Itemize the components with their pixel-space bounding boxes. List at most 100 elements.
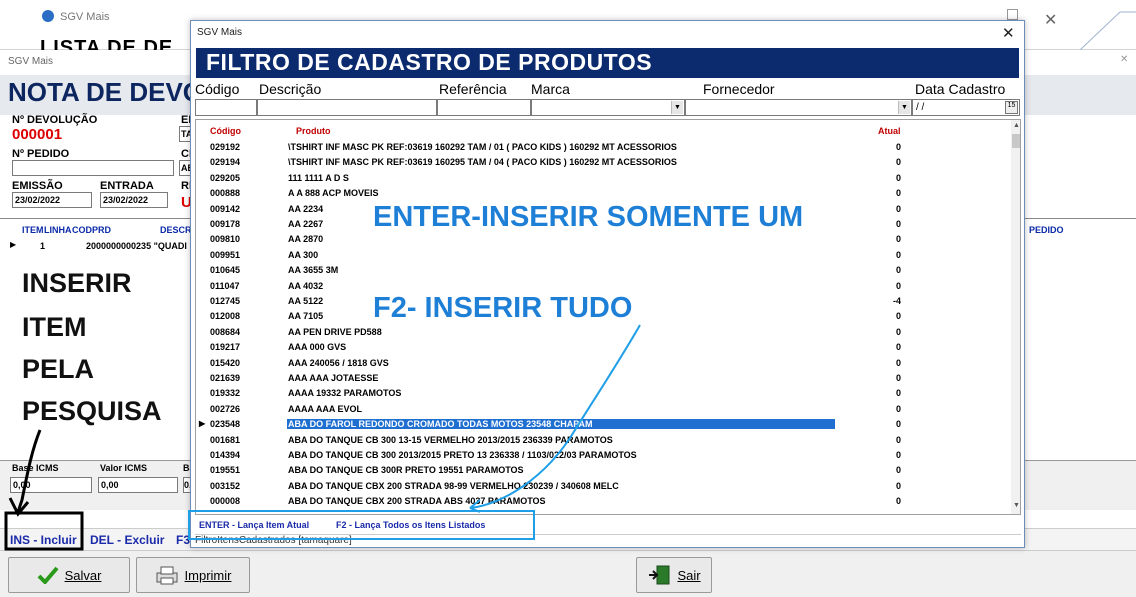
scroll-up-icon[interactable]: ▲	[1013, 122, 1020, 129]
emissao-field[interactable]: 23/02/2022	[12, 192, 92, 208]
product-name: AA 4032	[288, 280, 324, 291]
product-name: AA 2267	[288, 219, 324, 229]
list-item[interactable]: ▶ 023548 ABA DO FAROL REDONDO CROMADO TODA…	[196, 417, 1011, 432]
product-code: 014394	[210, 450, 241, 460]
filter-fornecedor-select[interactable]: ▼	[685, 99, 912, 116]
list-item[interactable]: 003152 ABA DO TANQUE CBX 200 STRADA 98-99…	[196, 479, 1011, 494]
filter-label-marca: Marca	[531, 81, 570, 97]
close-icon[interactable]: ✕	[1120, 54, 1128, 65]
dialog-titlebar	[191, 21, 1024, 45]
list-item[interactable]: 000008 ABA DO TANQUE CBX 200 STRADA ABS 4…	[196, 494, 1011, 509]
grid-header-linha: LINHA	[44, 225, 72, 235]
product-code: 012745	[210, 296, 241, 306]
product-stock: 0	[895, 142, 901, 152]
grid-row-code: 2000000000235 "QUADI	[86, 241, 187, 251]
scroll-thumb[interactable]	[1012, 134, 1020, 148]
button-bar: Salvar Imprimir Sair	[0, 550, 1136, 597]
product-code: 015420	[210, 357, 241, 368]
globe-icon	[42, 10, 54, 22]
row-pointer-icon: ▶	[199, 419, 206, 429]
background-window-edge	[1080, 11, 1136, 50]
list-item[interactable]: 021639 AAA AAA JOTAESSE 0	[196, 371, 1011, 386]
chevron-down-icon[interactable]: ▼	[898, 101, 910, 114]
list-item[interactable]: 008684 AA PEN DRIVE PD588 0	[196, 325, 1011, 340]
product-stock: 0	[895, 465, 901, 476]
filter-marca-select[interactable]: ▼	[531, 99, 685, 116]
print-button[interactable]: Imprimir	[136, 557, 250, 593]
note-line-3: PELA	[22, 354, 95, 384]
calendar-icon[interactable]: 15	[1005, 101, 1018, 114]
product-code: 000008	[210, 496, 241, 507]
scroll-down-icon[interactable]: ▼	[1013, 502, 1020, 509]
column-header-codigo: Código	[210, 126, 241, 136]
restore-icon[interactable]	[1007, 9, 1018, 20]
column-header-atual: Atual	[878, 126, 901, 136]
list-item[interactable]: 009951 AA 300 0	[196, 248, 1011, 263]
list-item[interactable]: 019332 AAAA 19332 PARAMOTOS 0	[196, 386, 1011, 401]
product-stock: 0	[895, 496, 901, 507]
list-item[interactable]: 019217 AAA 000 GVS 0	[196, 340, 1011, 355]
filter-referencia-input[interactable]	[437, 99, 531, 116]
filter-data-cadastro-input[interactable]: / / 15	[912, 99, 1020, 116]
exit-button-label: Sair	[677, 567, 701, 583]
product-code: 003152	[210, 480, 241, 491]
product-name: \TSHIRT INF MASC PK REF:03619 160292 TAM…	[288, 142, 677, 152]
product-code: 029192	[210, 142, 241, 152]
list-item[interactable]: 014394 ABA DO TANQUE CB 300 2013/2015 PRE…	[196, 448, 1011, 463]
entrada-label: ENTRADA	[100, 180, 154, 192]
chevron-down-icon[interactable]: ▼	[671, 101, 683, 114]
product-code: 012008	[210, 311, 241, 322]
list-item[interactable]: 029205 111 1111 A D S 0	[196, 171, 1011, 186]
column-header-produto: Produto	[296, 126, 331, 136]
grid-header-pedido: PEDIDO	[1029, 225, 1064, 235]
product-name: AA 2234	[288, 203, 324, 214]
annotation-enter-note: ENTER-INSERIR SOMENTE UM	[373, 201, 804, 233]
status-text: FiltroItensCadastrados [tamaquare]	[195, 535, 352, 546]
save-button[interactable]: Salvar	[8, 557, 130, 593]
filter-label-codigo: Código	[195, 81, 240, 97]
product-stock: 0	[895, 403, 901, 414]
product-name: AAAA 19332 PARAMOTOS	[288, 388, 402, 399]
shortcut-delete[interactable]: DEL - Excluir	[90, 533, 164, 547]
row-pointer-icon: ▶	[10, 240, 17, 249]
list-item[interactable]: 002726 AAAA AAA EVOL 0	[196, 402, 1011, 417]
valor-icms-field[interactable]: 0,00	[98, 477, 178, 493]
grid-row-item: 1	[40, 241, 46, 251]
note-line-1: INSERIR	[22, 268, 132, 298]
filter-codigo-input[interactable]	[195, 99, 257, 116]
filter-descricao-input[interactable]	[257, 99, 437, 116]
product-code: 029194	[210, 157, 241, 168]
vertical-scrollbar[interactable]: ▲ ▼	[1011, 120, 1020, 514]
product-name: \TSHIRT INF MASC PK REF:03619 160295 TAM…	[288, 157, 677, 168]
list-item[interactable]: 015420 AAA 240056 / 1818 GVS 0	[196, 356, 1011, 371]
product-name: ABA DO TANQUE CB 300 2013/2015 PRETO 13 …	[288, 450, 637, 460]
product-code: 019332	[210, 388, 241, 399]
dialog-close-icon[interactable]: ✕	[1002, 24, 1015, 42]
base-icms-field[interactable]: 0,00	[10, 477, 92, 493]
shortcut-insert[interactable]: INS - Incluir	[10, 533, 77, 547]
list-item[interactable]: 001681 ABA DO TANQUE CB 300 13-15 VERMELH…	[196, 433, 1011, 448]
product-code: 023548	[210, 419, 241, 430]
exit-button[interactable]: Sair	[636, 557, 712, 593]
product-stock: 0	[895, 388, 901, 399]
footer-enter-hint: ENTER - Lança Item Atual	[199, 520, 310, 530]
background-window-title: SGV Mais	[60, 11, 110, 23]
list-item[interactable]: 000888 A A 888 ACP MOVEIS 0	[196, 186, 1011, 201]
product-name: AA 7105	[288, 311, 324, 322]
pedido-field[interactable]	[12, 160, 174, 176]
product-code: 010645	[210, 265, 241, 276]
product-stock: 0	[895, 203, 901, 214]
list-item[interactable]: 029194 \TSHIRT INF MASC PK REF:03619 1602…	[196, 155, 1011, 170]
product-name: A A 888 ACP MOVEIS	[288, 188, 379, 199]
list-item[interactable]: 009810 AA 2870 0	[196, 232, 1011, 247]
entrada-field[interactable]: 23/02/2022	[100, 192, 168, 208]
shortcut-f3[interactable]: F3	[176, 533, 190, 547]
product-stock: 0	[895, 280, 901, 291]
list-item[interactable]: 010645 AA 3655 3M 0	[196, 263, 1011, 278]
list-item[interactable]: 019551 ABA DO TANQUE CB 300R PRETO 19551 …	[196, 463, 1011, 478]
list-item[interactable]: 029192 \TSHIRT INF MASC PK REF:03619 1602…	[196, 140, 1011, 155]
base-icms-label: Base ICMS	[12, 463, 59, 473]
product-code: 009951	[210, 249, 241, 260]
devolucao-label: Nº DEVOLUÇÃO	[12, 114, 98, 126]
close-icon[interactable]: ✕	[1044, 10, 1057, 30]
